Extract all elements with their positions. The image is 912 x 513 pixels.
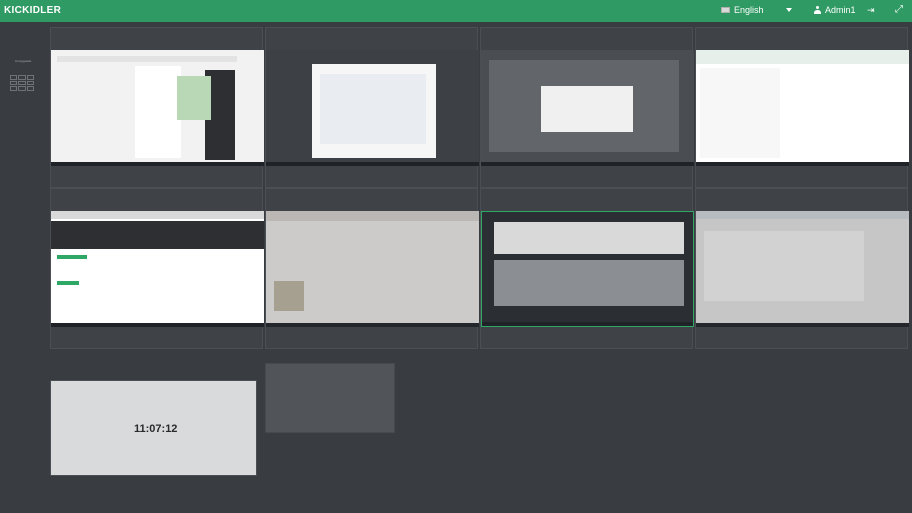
screen-tile[interactable]	[265, 27, 479, 188]
screen-tile[interactable]	[480, 188, 694, 349]
logout-icon[interactable]: ⇥	[867, 5, 875, 16]
tile-title	[266, 28, 477, 34]
sidebar-label: Сотрудники	[15, 59, 32, 63]
sidebar: Сотрудники	[0, 22, 48, 513]
tile-title	[696, 189, 907, 195]
app-logo: KICKIDLER	[4, 5, 62, 16]
screen-preview[interactable]	[266, 50, 479, 166]
tile-title	[696, 28, 907, 34]
screen-preview[interactable]	[481, 211, 694, 327]
clock: 11:07:12	[134, 423, 178, 435]
screen-preview[interactable]	[696, 211, 909, 327]
user-icon	[814, 6, 821, 14]
screen-preview[interactable]	[266, 211, 479, 327]
tile-title	[481, 28, 692, 34]
screen-tile[interactable]	[50, 27, 264, 188]
screen-tile[interactable]	[695, 188, 909, 349]
flag-icon	[721, 7, 730, 13]
tile-title	[266, 189, 477, 195]
top-bar: KICKIDLER English Admin1 ⇥ ⤢	[0, 0, 912, 22]
clock-tile[interactable]: 11:07:12	[50, 380, 257, 476]
user-menu[interactable]: Admin1	[814, 5, 856, 15]
chevron-down-icon[interactable]	[786, 8, 792, 12]
expand-icon[interactable]: ⤢	[895, 4, 903, 15]
screen-preview[interactable]	[481, 50, 694, 166]
tile-title	[51, 28, 262, 34]
screen-preview[interactable]	[696, 50, 909, 166]
offline-tile[interactable]	[265, 363, 395, 433]
screen-preview[interactable]	[51, 50, 264, 166]
user-name: Admin1	[825, 5, 856, 15]
screen-preview[interactable]	[51, 211, 264, 327]
grid-icon[interactable]	[10, 75, 34, 91]
screen-tile[interactable]	[480, 27, 694, 188]
language-selector[interactable]: English	[721, 5, 764, 15]
screen-tile[interactable]	[695, 27, 909, 188]
language-label: English	[734, 5, 764, 15]
screen-tile[interactable]	[265, 188, 479, 349]
tile-title	[51, 189, 262, 195]
tile-title	[481, 189, 692, 195]
screen-tile[interactable]	[50, 188, 264, 349]
